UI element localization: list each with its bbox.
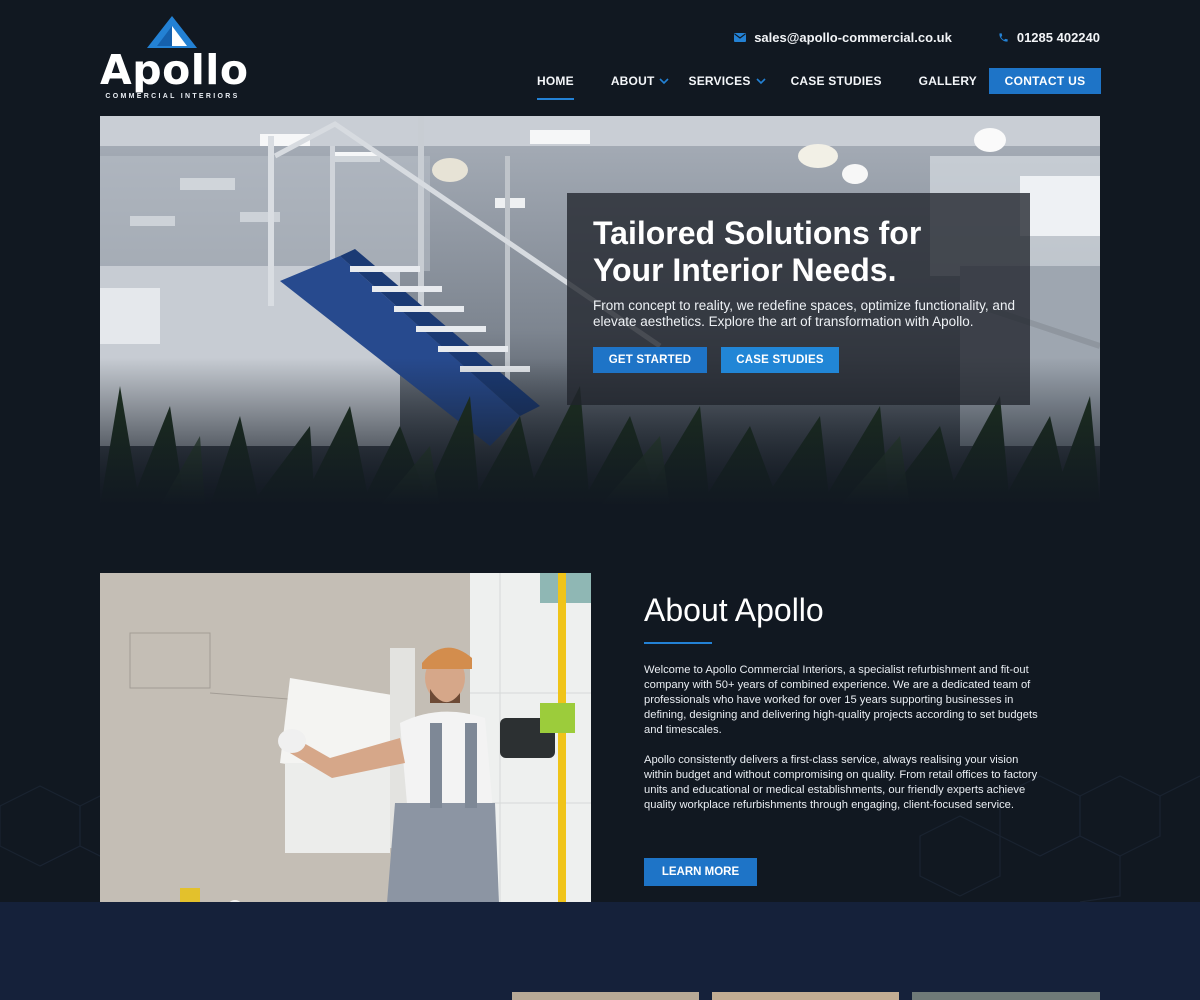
contact-us-button[interactable]: CONTACT US — [989, 68, 1101, 94]
hero-title-line1: Tailored Solutions for — [593, 215, 922, 251]
gallery-thumbnail[interactable] — [912, 992, 1100, 1000]
nav-item-services[interactable]: SERVICES — [688, 74, 766, 88]
phone-icon — [999, 32, 1008, 42]
nav-item-gallery[interactable]: GALLERY — [919, 74, 977, 88]
nav-label: SERVICES — [688, 74, 751, 88]
case-studies-button[interactable]: CASE STUDIES — [721, 347, 839, 373]
hero-text-panel: Tailored Solutions for Your Interior Nee… — [567, 193, 1030, 405]
chevron-down-icon — [659, 77, 670, 84]
gallery-thumbnail[interactable] — [712, 992, 899, 1000]
tiler-worker-image — [100, 573, 591, 928]
nav-label: CASE STUDIES — [790, 74, 882, 88]
learn-more-button[interactable]: LEARN MORE — [644, 858, 757, 886]
logo-wordmark: Apollo — [100, 46, 249, 94]
email-address: sales@apollo-commercial.co.uk — [754, 29, 952, 45]
nav-label: ABOUT — [610, 74, 655, 88]
nav-label: HOME — [537, 74, 574, 88]
nav-item-case-studies[interactable]: CASE STUDIES — [791, 74, 882, 88]
email-link[interactable]: sales@apollo-commercial.co.uk — [734, 28, 952, 46]
next-section — [0, 902, 1200, 1000]
logo-triangle-icon — [147, 16, 197, 48]
chevron-down-icon — [755, 77, 766, 84]
hero-subtitle: From concept to reality, we redefine spa… — [593, 298, 1015, 329]
hero-title: Tailored Solutions for Your Interior Nee… — [593, 215, 1013, 289]
hero-banner: Tailored Solutions for Your Interior Nee… — [100, 116, 1100, 506]
about-heading: About Apollo — [644, 592, 824, 628]
gallery-thumbnail[interactable] — [512, 992, 699, 1000]
apollo-logo[interactable]: Apollo COMMERCIAL INTERIORS — [100, 16, 249, 104]
about-paragraph-2: Apollo consistently delivers a first-cla… — [644, 754, 1038, 811]
heading-underline — [644, 642, 712, 644]
nav-item-about[interactable]: ABOUT — [611, 74, 670, 88]
logo-tagline: COMMERCIAL INTERIORS — [105, 93, 240, 100]
nav-label: GALLERY — [918, 74, 977, 88]
about-paragraph-1: Welcome to Apollo Commercial Interiors, … — [644, 664, 1038, 736]
get-started-button[interactable]: GET STARTED — [593, 347, 707, 373]
envelope-icon — [734, 32, 747, 42]
main-nav: HOME ABOUT SERVICES CASE STUDIES GALLERY — [537, 68, 977, 100]
nav-item-home[interactable]: HOME — [537, 74, 574, 100]
hero-title-line2: Your Interior Needs. — [593, 252, 897, 288]
phone-link[interactable]: 01285 402240 — [998, 28, 1100, 46]
phone-number: 01285 402240 — [1016, 29, 1100, 45]
site-header: Apollo COMMERCIAL INTERIORS sales@apollo… — [0, 0, 1200, 115]
contact-strip: sales@apollo-commercial.co.uk 01285 4022… — [734, 28, 1100, 46]
